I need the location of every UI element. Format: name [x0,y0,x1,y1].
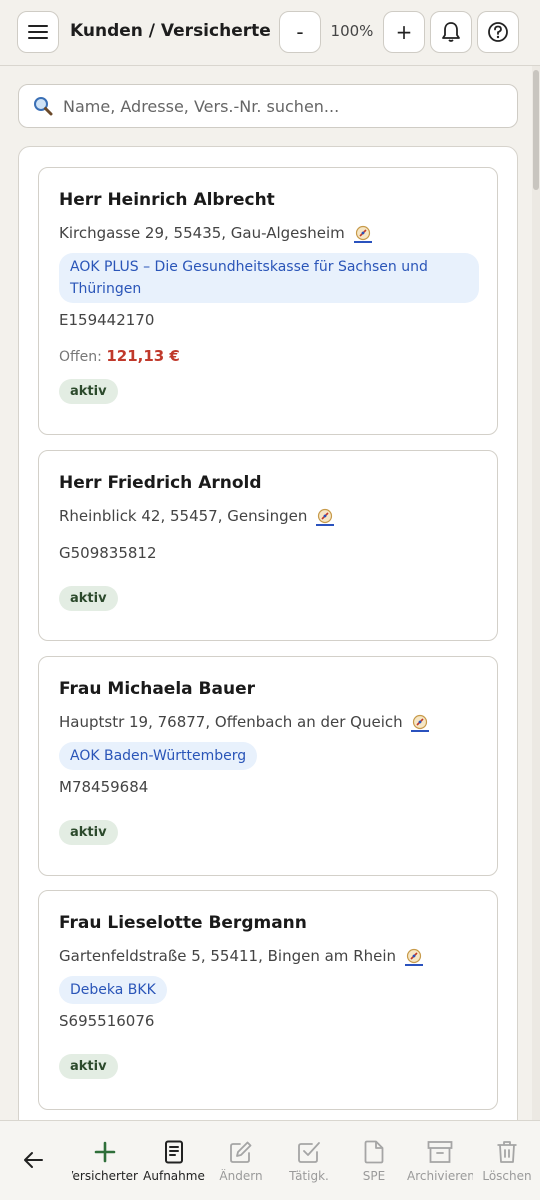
help-icon [488,22,508,42]
insurance-number: E159442170 [59,311,155,329]
status-badge: aktiv [59,1054,118,1079]
trash-icon [497,1141,517,1163]
spe-button[interactable]: SPE [341,1137,407,1183]
notifications-button[interactable] [430,11,472,53]
status-badge: aktiv [59,379,118,404]
new-customer-button[interactable]: Neuer Versicherter [72,1137,138,1183]
page-title: Kunden / Versicherte [70,21,271,41]
customer-name: Herr Friedrich Arnold [59,473,262,493]
open-amount: 121,13 € [106,347,180,365]
document-icon [165,1140,183,1164]
file-icon [364,1140,384,1164]
map-pin-icon[interactable] [404,948,423,966]
scrollbar-thumb[interactable] [533,70,539,190]
customer-card[interactable]: Frau Lieselotte Bergmann Gartenfeldstraß… [38,890,498,1110]
activities-label: Tätigk. [289,1169,329,1183]
insurance-number: G509835812 [59,544,157,562]
map-pin-icon[interactable] [411,714,430,732]
activities-button[interactable]: Tätigk. [276,1137,342,1183]
arrow-left-icon [24,1152,43,1168]
zoom-out-button[interactable]: - [279,11,321,53]
insurance-badge: Debeka BKK [59,976,167,1004]
delete-button[interactable]: Löschen [474,1137,540,1183]
scrollbar-track[interactable] [532,66,540,1120]
new-customer-label: Neuer Versicherter [72,1169,138,1183]
customer-address: Gartenfeldstraße 5, 55411, Bingen am Rhe… [59,947,477,966]
zoom-level: 100% [330,22,374,40]
zoom-in-button[interactable]: + [383,11,425,53]
spe-label: SPE [362,1169,386,1183]
help-button[interactable] [477,11,519,53]
search-icon [34,97,53,116]
customer-card[interactable]: Herr Heinrich Albrecht Kirchgasse 29, 55… [38,167,498,435]
customer-card[interactable]: Frau Michaela Bauer Hauptstr 19, 76877, … [38,656,498,876]
top-bar: Kunden / Versicherte - 100% + [0,0,540,66]
menu-button[interactable] [17,11,59,53]
search-input[interactable] [63,96,503,116]
back-button[interactable] [8,1145,58,1175]
edit-icon [230,1141,252,1163]
archive-label: Archivieren [407,1169,473,1183]
plus-icon: + [395,20,413,44]
insurance-badge: AOK Baden-Württemberg [59,742,258,770]
status-badge: aktiv [59,586,118,611]
customer-name: Frau Michaela Bauer [59,679,255,699]
customer-address: Rheinblick 42, 55457, Gensingen [59,507,477,526]
checkbox-icon [298,1142,320,1163]
edit-label: Ändern [219,1169,263,1183]
customer-list: Herr Heinrich Albrecht Kirchgasse 29, 55… [18,146,518,1146]
minus-icon: - [296,20,304,44]
status-badge: aktiv [59,820,118,845]
delete-label: Löschen [482,1169,532,1183]
open-balance: Offen: 121,13 € [59,347,180,365]
map-pin-icon[interactable] [316,508,335,526]
archive-icon [427,1141,453,1163]
insurance-number: S695516076 [59,1012,155,1030]
map-pin-icon[interactable] [353,225,372,243]
aufnahme-button[interactable]: Aufnahme [141,1137,207,1183]
insurance-badge: AOK PLUS – Die Gesundheitskasse für Sach… [59,253,479,303]
customer-card[interactable]: Herr Friedrich Arnold Rheinblick 42, 554… [38,450,498,641]
customer-address: Kirchgasse 29, 55435, Gau-Algesheim [59,224,477,243]
hamburger-icon [28,25,48,39]
archive-button[interactable]: Archivieren [407,1137,473,1183]
edit-button[interactable]: Ändern [208,1137,274,1183]
insurance-number: M78459684 [59,778,149,796]
customer-name: Frau Lieselotte Bergmann [59,913,307,933]
customer-name: Herr Heinrich Albrecht [59,190,275,210]
bottom-toolbar: Neuer Versicherter Aufnahme Ändern Tätig… [0,1120,540,1200]
search-bar [18,84,518,128]
aufnahme-label: Aufnahme [143,1169,205,1183]
plus-icon [94,1141,116,1163]
bell-icon [442,22,460,42]
customer-address: Hauptstr 19, 76877, Offenbach an der Que… [59,713,477,732]
